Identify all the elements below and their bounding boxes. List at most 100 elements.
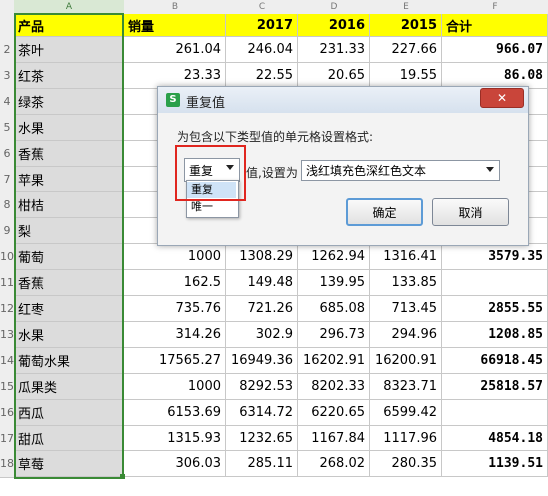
y2016-cell[interactable]: 1262.94 [298, 244, 370, 270]
sales-cell[interactable]: 314.26 [124, 322, 226, 348]
y2015-cell[interactable]: 1316.41 [370, 244, 442, 270]
sales-cell[interactable]: 306.03 [124, 451, 226, 477]
sales-cell[interactable]: 261.04 [124, 37, 226, 63]
row-header[interactable]: 5 [0, 115, 14, 142]
y2016-cell[interactable]: 6220.65 [298, 400, 370, 426]
value-type-select[interactable]: 重复 [184, 158, 240, 182]
y2015-cell[interactable]: 6599.42 [370, 400, 442, 426]
y2015-cell[interactable]: 16200.91 [370, 348, 442, 374]
column-header-f[interactable]: F [442, 0, 548, 15]
total-cell[interactable]: 3579.35 [442, 244, 548, 270]
y2016-cell[interactable]: 16202.91 [298, 348, 370, 374]
dialog-titlebar[interactable]: S 重复值 ✕ [158, 87, 528, 113]
product-cell[interactable]: 茶叶 [14, 37, 124, 63]
y2015-cell[interactable]: 227.66 [370, 37, 442, 63]
total-cell[interactable] [442, 400, 548, 426]
row-header[interactable]: 14 [0, 348, 14, 375]
y2017-cell[interactable]: 16949.36 [226, 348, 298, 374]
sales-cell[interactable]: 162.5 [124, 270, 226, 296]
y2016-cell[interactable]: 685.08 [298, 296, 370, 322]
row-header[interactable]: 16 [0, 400, 14, 427]
sales-cell[interactable]: 6153.69 [124, 400, 226, 426]
product-cell[interactable]: 香蕉 [14, 141, 124, 167]
column-header-c[interactable]: C [226, 0, 299, 15]
product-cell[interactable]: 红茶 [14, 63, 124, 89]
y2017-cell[interactable]: 6314.72 [226, 400, 298, 426]
y2017-cell[interactable]: 8292.53 [226, 374, 298, 400]
total-cell[interactable]: 2855.55 [442, 296, 548, 322]
product-cell[interactable]: 草莓 [14, 451, 124, 477]
y2015-cell[interactable]: 8323.71 [370, 374, 442, 400]
header-2017[interactable]: 2017 [226, 14, 298, 37]
row-header[interactable]: 17 [0, 426, 14, 452]
row-header[interactable]: 10 [0, 244, 14, 271]
product-cell[interactable]: 水果 [14, 322, 124, 348]
product-cell[interactable]: 柑桔 [14, 192, 124, 218]
format-select[interactable]: 浅红填充色深红色文本 [301, 160, 500, 181]
header-2016[interactable]: 2016 [298, 14, 370, 37]
product-cell[interactable]: 西瓜 [14, 400, 124, 426]
y2015-cell[interactable]: 1117.96 [370, 426, 442, 451]
header-sales[interactable]: 销量 [124, 14, 226, 37]
total-cell[interactable]: 1208.85 [442, 322, 548, 348]
total-cell[interactable]: 4854.18 [442, 426, 548, 451]
option-unique[interactable]: 唯一 [187, 199, 236, 215]
row-header[interactable]: 7 [0, 167, 14, 193]
product-cell[interactable]: 瓜果类 [14, 374, 124, 400]
y2017-cell[interactable]: 1308.29 [226, 244, 298, 270]
sales-cell[interactable]: 17565.27 [124, 348, 226, 374]
y2015-cell[interactable]: 133.85 [370, 270, 442, 296]
y2016-cell[interactable]: 1167.84 [298, 426, 370, 451]
y2015-cell[interactable]: 280.35 [370, 451, 442, 477]
total-cell[interactable]: 966.07 [442, 37, 548, 63]
y2016-cell[interactable]: 139.95 [298, 270, 370, 296]
fill-handle[interactable] [120, 474, 125, 479]
option-duplicate[interactable]: 重复 [187, 182, 236, 198]
row-header[interactable]: 18 [0, 451, 14, 478]
row-header[interactable]: 9 [0, 218, 14, 245]
y2017-cell[interactable]: 149.48 [226, 270, 298, 296]
y2017-cell[interactable]: 246.04 [226, 37, 298, 63]
header-product[interactable]: 产品 [14, 14, 124, 37]
total-cell[interactable]: 25818.57 [442, 374, 548, 400]
y2016-cell[interactable]: 296.73 [298, 322, 370, 348]
sales-cell[interactable]: 1315.93 [124, 426, 226, 451]
column-header-a[interactable]: A [14, 0, 125, 15]
row-header[interactable]: 8 [0, 192, 14, 219]
row-header[interactable]: 2 [0, 37, 14, 64]
row-header[interactable]: 13 [0, 322, 14, 349]
y2017-cell[interactable]: 285.11 [226, 451, 298, 477]
row-header[interactable]: 12 [0, 296, 14, 323]
product-cell[interactable]: 绿茶 [14, 89, 124, 115]
product-cell[interactable]: 葡萄 [14, 244, 124, 270]
column-header-e[interactable]: E [370, 0, 443, 15]
product-cell[interactable]: 苹果 [14, 167, 124, 192]
total-cell[interactable] [442, 270, 548, 296]
sales-cell[interactable]: 1000 [124, 374, 226, 400]
row-header[interactable] [0, 14, 14, 38]
header-2015[interactable]: 2015 [370, 14, 442, 37]
row-header[interactable]: 4 [0, 89, 14, 116]
y2016-cell[interactable]: 268.02 [298, 451, 370, 477]
header-total[interactable]: 合计 [442, 14, 548, 37]
sales-cell[interactable]: 735.76 [124, 296, 226, 322]
row-header[interactable]: 3 [0, 63, 14, 90]
y2016-cell[interactable]: 231.33 [298, 37, 370, 63]
total-cell[interactable]: 1139.51 [442, 451, 548, 477]
row-header[interactable]: 15 [0, 374, 14, 401]
close-button[interactable]: ✕ [480, 88, 524, 108]
row-header[interactable]: 6 [0, 141, 14, 168]
product-cell[interactable]: 水果 [14, 115, 124, 141]
product-cell[interactable]: 梨 [14, 218, 124, 244]
y2017-cell[interactable]: 721.26 [226, 296, 298, 322]
product-cell[interactable]: 红枣 [14, 296, 124, 322]
column-header-b[interactable]: B [124, 0, 227, 15]
ok-button[interactable]: 确定 [346, 198, 423, 226]
y2015-cell[interactable]: 713.45 [370, 296, 442, 322]
y2017-cell[interactable]: 302.9 [226, 322, 298, 348]
y2017-cell[interactable]: 1232.65 [226, 426, 298, 451]
product-cell[interactable]: 葡萄水果 [14, 348, 124, 374]
sales-cell[interactable]: 1000 [124, 244, 226, 270]
product-cell[interactable]: 香蕉 [14, 270, 124, 296]
product-cell[interactable]: 甜瓜 [14, 426, 124, 451]
